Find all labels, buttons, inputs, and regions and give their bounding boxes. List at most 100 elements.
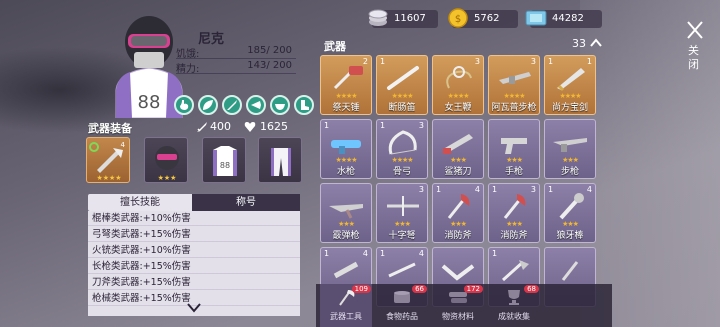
weapon-stars: ★★★ [450, 220, 467, 228]
weapon-icon [503, 194, 526, 219]
weapon-icon [388, 130, 417, 155]
chevron-down-icon[interactable] [186, 302, 202, 314]
weapon-stars: ★★★ [506, 220, 523, 228]
currency-gold: $ 5762 [448, 8, 518, 28]
svg-text:★★★★: ★★★★ [96, 174, 121, 182]
weapon-icon [329, 204, 363, 219]
svg-text:★★★: ★★★ [158, 174, 177, 182]
weapon-stars: ★★★ [394, 220, 411, 228]
weapon-stars: ★★★ [562, 156, 579, 164]
tab-weapons-tools-label: 武器工具 [330, 312, 362, 321]
weapon-card[interactable]: ★★★ 步枪 [544, 119, 596, 179]
weapon-card[interactable]: 1 1 ★★★★ 尚方宝剑 [544, 55, 596, 115]
currency-tickets-value: 44282 [552, 13, 584, 24]
weapon-icon [333, 261, 359, 279]
trophy-icon [508, 290, 520, 305]
inventory-tabs: 武器工具 109 食物药品 66 物资材料 172 成就收集 68 [316, 284, 612, 327]
weapon-stars: ★★★ [338, 220, 355, 228]
stat-hunger: 饥饿: 185/ 200 [176, 45, 296, 60]
equip-slot-jersey[interactable]: 88 [202, 137, 246, 183]
weapon-name: 狼牙棒 [556, 231, 584, 241]
leaf-icon[interactable] [198, 95, 218, 115]
weapon-name: 断肠笛 [388, 103, 416, 113]
tab-food-medicine-label: 食物药品 [386, 312, 418, 321]
weapon-icon [388, 262, 416, 278]
weapon-card[interactable]: 1 3 ★★★ 消防斧 [488, 183, 540, 243]
weapon-card[interactable]: 1 ★★★★ 水枪 [320, 119, 372, 179]
stomach-icon[interactable] [174, 95, 194, 115]
attack-power: 400 [210, 120, 231, 133]
weapon-icon [501, 260, 529, 282]
heart-icon [244, 122, 256, 132]
weapon-stars: ★★★★ [503, 92, 525, 100]
tab-food-medicine[interactable]: 食物药品 66 [376, 284, 428, 327]
weapon-name: 祭天锤 [332, 103, 360, 113]
chevron-up-icon[interactable] [590, 38, 602, 48]
tab-materials[interactable]: 物资材料 172 [432, 284, 484, 327]
weapon-count: 33 [572, 37, 586, 50]
knife-icon[interactable] [222, 95, 242, 115]
weapon-icon [446, 66, 472, 89]
weapon-card[interactable]: 3 ★★★★ 女王鞭 [432, 55, 484, 115]
currency-gold-value: 5762 [474, 13, 500, 24]
weapon-stars: ★★★ [506, 156, 523, 164]
svg-text:$: $ [455, 14, 461, 25]
tab-food-medicine-badge: 66 [412, 285, 427, 293]
weapon-name: 鲨猪刀 [444, 167, 472, 177]
weapon-name: 骨弓 [392, 167, 411, 177]
weapon-name: 消防斧 [500, 231, 528, 241]
svg-text:4: 4 [121, 141, 126, 149]
equipment-slots: 4 ★★★★ ★★★ 88 [86, 137, 306, 187]
weapon-icon [387, 196, 419, 216]
weapon-card[interactable]: 1 4 ★★★ 狼牙棒 [544, 183, 596, 243]
stat-hunger-value: 185/ 200 [247, 45, 292, 56]
tab-achievements[interactable]: 成就收集 68 [488, 284, 540, 327]
boot-icon[interactable] [294, 95, 314, 115]
weapon-card[interactable]: 3 ★★★★ 阿瓦普步枪 [488, 55, 540, 115]
weapon-card[interactable]: 1 3 ★★★★ 骨弓 [376, 119, 428, 179]
weapon-name: 女王鞭 [444, 103, 472, 113]
stat-hunger-label: 饥饿: [176, 49, 200, 60]
weapon-icon [441, 264, 475, 281]
weapon-card[interactable]: 2 ★★★★ 祭天锤 [320, 55, 372, 115]
gear-coin-icon [368, 9, 388, 26]
equip-slot-weapon[interactable]: 4 ★★★★ [86, 137, 130, 183]
weapon-icon [553, 138, 587, 152]
stat-energy-value: 143/ 200 [247, 60, 292, 71]
sword-icon [197, 122, 207, 132]
weapon-icon [501, 138, 527, 154]
weapon-icon [561, 261, 579, 281]
equip-slot-pants[interactable] [258, 137, 302, 183]
weapon-name: 阿瓦普步枪 [491, 103, 537, 113]
weapon-stars: ★★★★ [391, 156, 413, 164]
currency-tickets: 44282 [525, 10, 602, 28]
weapon-stars: ★★★★ [447, 92, 469, 100]
tab-skills[interactable]: 擅长技能 [88, 194, 192, 211]
food-can-icon [394, 291, 410, 303]
weapon-card[interactable]: ★★★ 霰弹枪 [320, 183, 372, 243]
weapon-name: 十字弩 [388, 231, 416, 241]
skill-row: 火铳类武器:+10%伤害 [88, 243, 300, 258]
bowl-icon[interactable] [270, 95, 290, 115]
weapon-card[interactable]: ★★★ 鲨猪刀 [432, 119, 484, 179]
tab-weapons-tools[interactable]: 武器工具 109 [320, 284, 372, 327]
weapon-name: 步枪 [560, 167, 579, 177]
skill-row: 弓弩类武器:+15%伤害 [88, 227, 300, 242]
ticket-icon [525, 10, 547, 26]
weapon-card[interactable]: ★★★ 手枪 [488, 119, 540, 179]
equip-slot-helmet[interactable]: ★★★ [144, 137, 188, 183]
weapon-icon [333, 66, 363, 90]
svg-text:88: 88 [220, 161, 230, 170]
blade-icon[interactable] [246, 95, 266, 115]
weapon-stars: ★★★★ [391, 92, 413, 100]
weapon-card[interactable]: 1 ★★★★ 断肠笛 [376, 55, 428, 115]
tab-materials-label: 物资材料 [442, 312, 474, 321]
weapon-card[interactable]: 3 ★★★ 十字弩 [376, 183, 428, 243]
close-label[interactable]: 关闭 [688, 44, 702, 72]
close-icon[interactable] [684, 20, 706, 40]
weapon-card[interactable]: 1 4 ★★★ 消防斧 [432, 183, 484, 243]
tab-titles[interactable]: 称号 [192, 194, 300, 211]
weapon-panel-title: 武器 [324, 40, 346, 53]
weapon-stars: ★★★★ [335, 92, 357, 100]
weapon-name: 霰弹枪 [332, 231, 360, 241]
